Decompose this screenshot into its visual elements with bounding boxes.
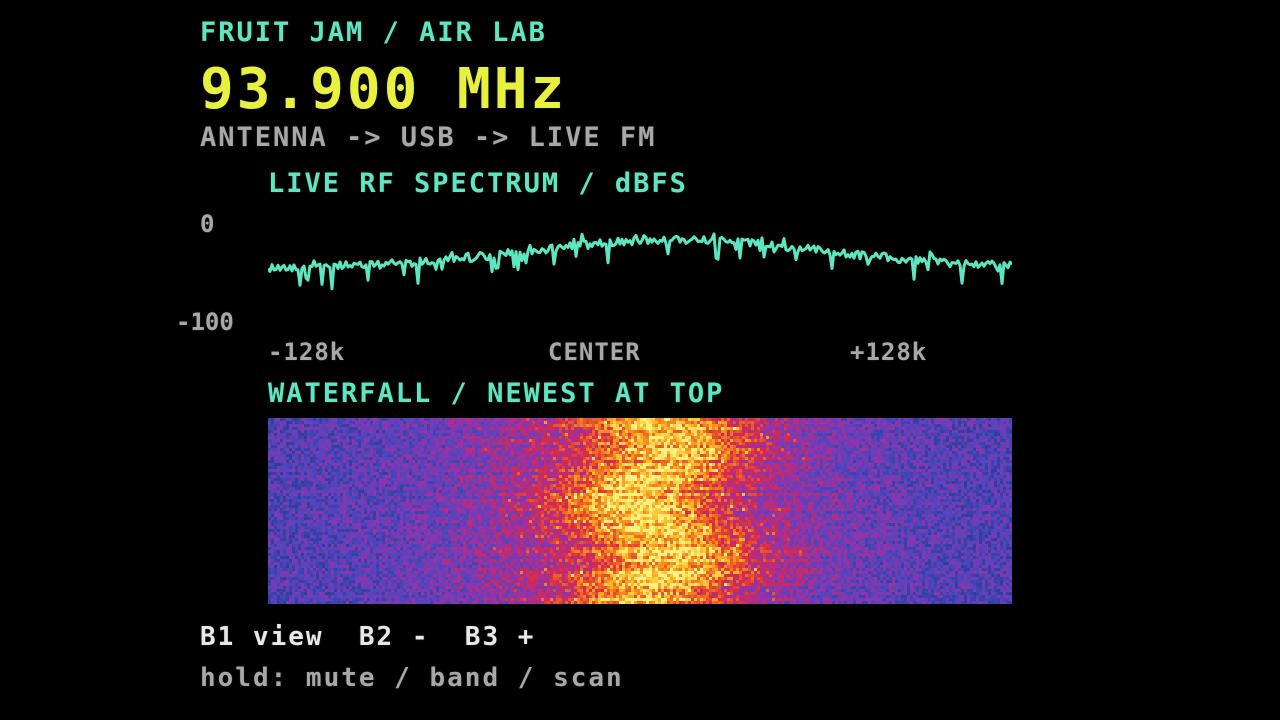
waterfall-title: WATERFALL / NEWEST AT TOP xyxy=(268,378,725,409)
waterfall-display xyxy=(268,418,1012,604)
spectrum-y-bottom-label: -100 xyxy=(176,308,234,336)
frequency-readout: 93.900 MHz xyxy=(200,57,568,122)
radio-display: FRUIT JAM / AIR LAB 93.900 MHz ANTENNA -… xyxy=(0,0,1280,720)
app-title: FRUIT JAM / AIR LAB xyxy=(200,17,547,48)
spectrum-trace xyxy=(268,232,1012,291)
button-hints: B1 view B2 - B3 + xyxy=(200,622,536,652)
spectrum-title: LIVE RF SPECTRUM / dBFS xyxy=(268,168,688,199)
spectrum-x-center-label: CENTER xyxy=(548,338,641,366)
spectrum-x-right-label: +128k xyxy=(850,338,928,366)
spectrum-y-top-label: 0 xyxy=(200,210,215,238)
spectrum-plot xyxy=(268,232,1012,291)
signal-path: ANTENNA -> USB -> LIVE FM xyxy=(200,122,657,153)
spectrum-x-left-label: -128k xyxy=(268,338,346,366)
hold-hints: hold: mute / band / scan xyxy=(200,663,624,693)
